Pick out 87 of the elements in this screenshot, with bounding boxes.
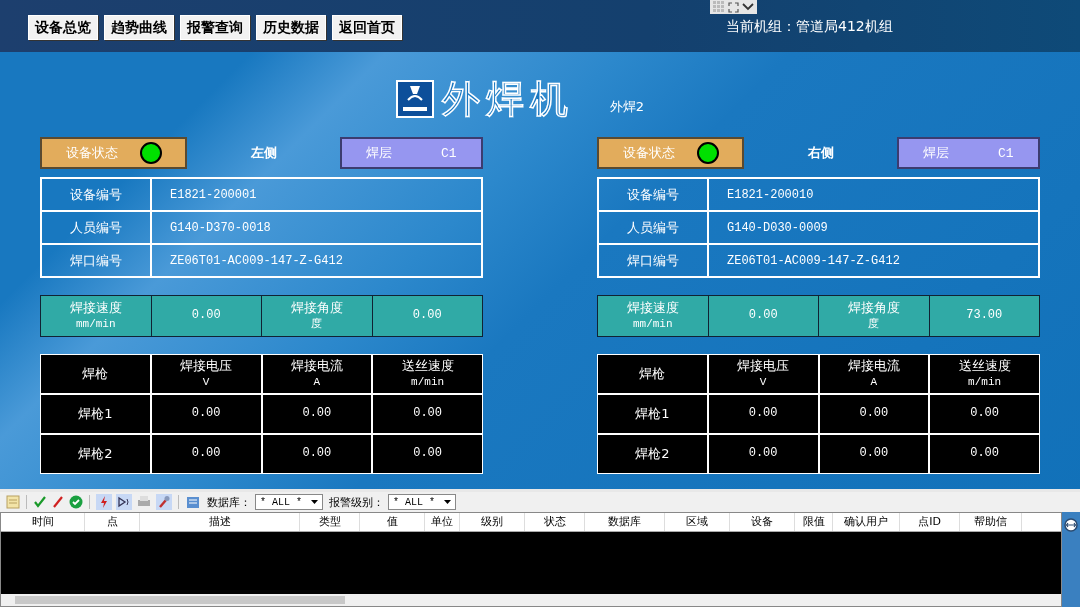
- info-label-cell: 设备编号: [599, 179, 709, 210]
- gun-table-cell: 焊枪2: [41, 435, 150, 473]
- check-circle-icon[interactable]: [69, 495, 83, 509]
- column-header[interactable]: 区域: [665, 513, 730, 531]
- measure-value-cell: 0.00: [708, 296, 818, 336]
- measure-value-cell: 0.00: [151, 296, 261, 336]
- gun-table-cell: 焊枪1: [598, 395, 707, 433]
- gun-table-cell: 0.00: [373, 435, 482, 473]
- column-header[interactable]: 时间: [1, 513, 85, 531]
- collapse-icon[interactable]: [1064, 518, 1078, 532]
- measure-value-cell: 73.00: [929, 296, 1039, 336]
- weld-layer-box: 焊层 C1: [897, 137, 1040, 169]
- column-header[interactable]: 状态: [525, 513, 585, 531]
- gun-header-cell: 焊接电压 V: [151, 355, 261, 393]
- info-value-cell-text: E1821-200010: [726, 186, 814, 204]
- gun-table-cell: 焊枪1: [41, 395, 150, 433]
- column-header[interactable]: 值: [360, 513, 425, 531]
- column-header[interactable]: 设备: [730, 513, 795, 531]
- checkmark-icon[interactable]: [33, 495, 47, 509]
- info-label-cell: 焊口编号: [599, 245, 709, 276]
- measure-label-cell: 焊接速度 mm/min: [598, 296, 708, 336]
- gun-header-cell: 送丝速度 m/min: [373, 355, 482, 393]
- column-header[interactable]: 点: [85, 513, 140, 531]
- filter-label: 数据库：: [207, 494, 251, 510]
- filter-dropdown[interactable]: * ALL *: [255, 494, 323, 510]
- info-value-cell-text: ZE06T01-AC009-147-Z-G412: [726, 252, 900, 270]
- dropdown-arrow-icon: [311, 500, 318, 504]
- info-value-cell-text: G140-D030-0009: [726, 219, 828, 237]
- info-value-cell-text: G140-D370-0018: [169, 219, 271, 237]
- pencil-icon[interactable]: [51, 495, 65, 509]
- gun-table-cell: 焊枪2: [598, 435, 707, 473]
- column-header[interactable]: 描述: [140, 513, 300, 531]
- info-value-cell-text: ZE06T01-AC009-147-Z-G412: [169, 252, 343, 270]
- chevron-down-icon[interactable]: [742, 3, 754, 11]
- gun-table-cell: 0.00: [262, 395, 372, 433]
- nav-button[interactable]: 设备总览: [28, 15, 98, 40]
- info-label-cell: 焊口编号: [42, 245, 152, 276]
- gun-table-cell: 0.00: [373, 395, 482, 433]
- gun-header-cell: 焊接电压 V: [708, 355, 818, 393]
- gun-table-cell: 0.00: [262, 435, 372, 473]
- side-label: 左侧: [249, 144, 278, 162]
- gun-table-cell: 0.00: [819, 435, 929, 473]
- gun-header-cell: 焊枪: [41, 355, 150, 393]
- gun-header-cell: 焊枪: [598, 355, 707, 393]
- nav-button[interactable]: 历史数据: [256, 15, 326, 40]
- filter-dropdown[interactable]: * ALL *: [388, 494, 456, 510]
- weld-layer-box: 焊层 C1: [340, 137, 483, 169]
- gun-header-cell: 焊接电流 A: [819, 355, 929, 393]
- column-header[interactable]: 限值: [795, 513, 833, 531]
- device-status-box: 设备状态: [597, 137, 744, 169]
- gun-table-cell: 0.00: [930, 435, 1039, 473]
- current-unit-label: 当前机组：管道局412机组: [726, 18, 893, 36]
- gun-table-cell: 0.00: [708, 435, 818, 473]
- column-header[interactable]: 数据库: [585, 513, 665, 531]
- filter-label: 报警级别：: [329, 494, 384, 510]
- column-header[interactable]: 确认用户: [833, 513, 900, 531]
- column-header[interactable]: 单位: [425, 513, 460, 531]
- device-status-box: 设备状态: [40, 137, 187, 169]
- gun-table-cell: 0.00: [151, 435, 261, 473]
- gun-table-cell: 0.00: [151, 395, 261, 433]
- info-label-cell: 设备编号: [42, 179, 152, 210]
- gun-header-cell: 焊接电流 A: [262, 355, 372, 393]
- measure-label-cell: 焊接角度 度: [819, 296, 929, 336]
- column-header[interactable]: 类型: [300, 513, 360, 531]
- info-label-cell: 人员编号: [42, 212, 152, 243]
- expand-icon[interactable]: [728, 1, 739, 13]
- gun-header-cell: 送丝速度 m/min: [930, 355, 1039, 393]
- gun-table-cell: 0.00: [708, 395, 818, 433]
- nav-button[interactable]: 报警查询: [180, 15, 250, 40]
- nav-button[interactable]: 返回首页: [332, 15, 402, 40]
- gun-table-cell: 0.00: [819, 395, 929, 433]
- lightning-icon[interactable]: [96, 494, 112, 510]
- measure-label-cell: 焊接角度 度: [262, 296, 372, 336]
- measure-value-cell: 0.00: [372, 296, 482, 336]
- column-header[interactable]: 点ID: [900, 513, 960, 531]
- info-value-cell-text: E1821-200001: [169, 186, 257, 204]
- welding-machine-icon: [395, 80, 434, 118]
- gun-table-cell: 0.00: [930, 395, 1039, 433]
- column-header[interactable]: 级别: [460, 513, 525, 531]
- measure-label-cell: 焊接速度 mm/min: [41, 296, 151, 336]
- column-header[interactable]: 帮助信: [960, 513, 1022, 531]
- machine-subtitle: 外焊2: [609, 98, 645, 116]
- nav-button[interactable]: 趋势曲线: [104, 15, 174, 40]
- dropdown-arrow-icon: [444, 500, 451, 504]
- side-label: 右侧: [806, 144, 835, 162]
- info-label-cell: 人员编号: [599, 212, 709, 243]
- page-title: 外焊机: [441, 80, 574, 118]
